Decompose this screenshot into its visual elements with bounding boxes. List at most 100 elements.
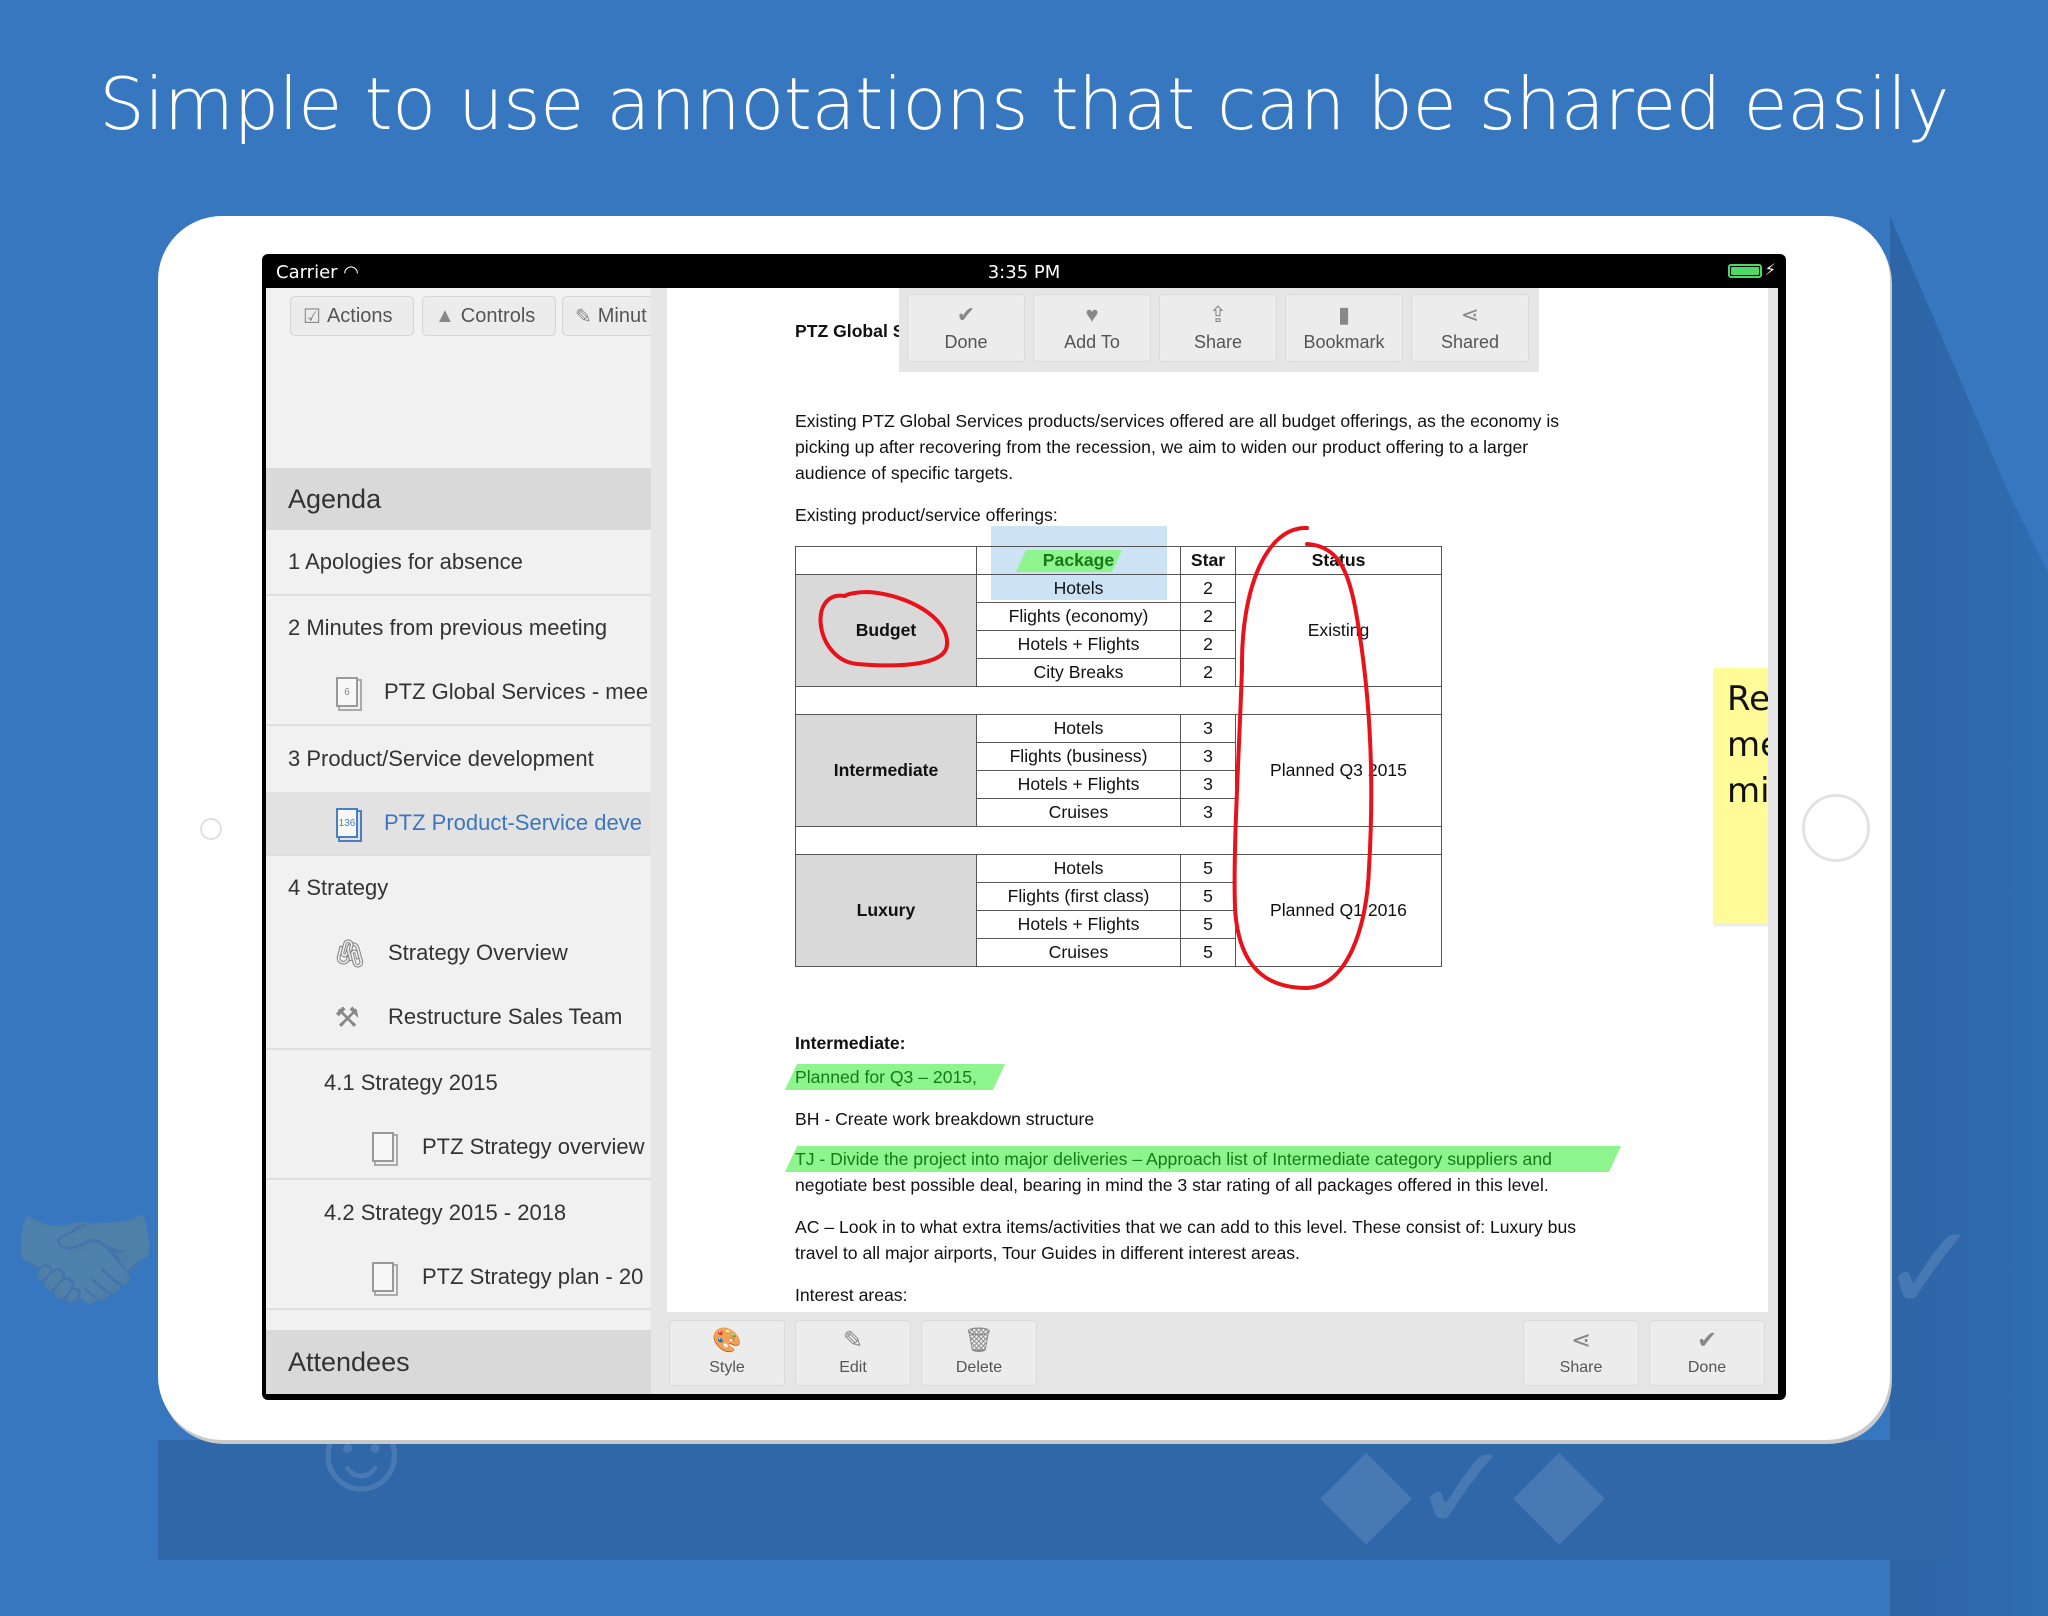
attendees-header: Attendees	[266, 1330, 651, 1394]
status-cell: Existing	[1235, 574, 1442, 687]
share-button[interactable]: ⇪ Share	[1159, 294, 1277, 362]
trash-icon: 🗑	[963, 1327, 995, 1354]
star-cell: 5	[1180, 910, 1236, 939]
table-row: Budget Hotels 2 Existing	[795, 574, 1442, 687]
package-cell: Cruises	[976, 938, 1181, 967]
agenda-action[interactable]: ⚒ Restructure Sales Team	[266, 986, 651, 1050]
table-header: Package	[976, 546, 1181, 575]
action-line: BH - Create work breakdown structure	[795, 1109, 1095, 1129]
segment-controls[interactable]: ▲ Controls	[422, 296, 556, 336]
document-icon	[372, 1132, 394, 1162]
share-button[interactable]: ⋖ Share	[1523, 1320, 1639, 1386]
intro-line: picking up after recovering from the rec…	[795, 437, 1529, 457]
table-spacer-row	[795, 686, 1442, 715]
package-cell: Hotels + Flights	[976, 770, 1181, 799]
clock: 3:35 PM	[987, 262, 1061, 283]
battery-icon	[1728, 264, 1762, 278]
segment-actions[interactable]: ☑ Actions	[290, 296, 414, 336]
package-cell: Hotels + Flights	[976, 910, 1181, 939]
agenda-item[interactable]: 1 Apologies for absence	[266, 530, 651, 596]
document-icon: 136	[336, 808, 358, 838]
star-cell: 5	[1180, 882, 1236, 911]
agenda-item[interactable]: 4.2 Strategy 2015 - 2018	[266, 1180, 651, 1246]
camera	[200, 818, 222, 840]
status-bar: Carrier ◠ 3:35 PM ⚡	[262, 254, 1786, 288]
ipad-screen: Carrier ◠ 3:35 PM ⚡ ☑ Actions ▲ Controls ✎…	[262, 254, 1786, 1400]
sidebar: ☑ Actions ▲ Controls ✎ Minut Agenda 1 Apolo…	[266, 288, 651, 1394]
delete-button[interactable]: 🗑 Delete	[921, 1320, 1037, 1386]
action-line: travel to all major airports, Tour Guide…	[795, 1243, 1300, 1263]
table-header: Star	[1180, 546, 1236, 575]
agenda-document-active[interactable]: 136 PTZ Product-Service deve	[266, 792, 651, 856]
highlighted-line: Planned for Q3 – 2015,	[795, 1067, 977, 1087]
agenda-item[interactable]: 4.1 Strategy 2015	[266, 1050, 651, 1116]
offerings-table: Package Star Status Budget Hotels 2 Exis…	[795, 546, 1442, 967]
table-header: Status	[1235, 546, 1442, 575]
agenda-document[interactable]: 6 PTZ Global Services - mee	[266, 660, 651, 726]
star-cell: 3	[1180, 742, 1236, 771]
star-cell: 5	[1180, 938, 1236, 967]
star-cell: 3	[1180, 714, 1236, 743]
document-icon	[372, 1262, 394, 1292]
table-row: Intermediate Hotels 3 Planned Q3 2015	[795, 714, 1442, 827]
checklist-decoration-icon: ✓	[1880, 1202, 1981, 1336]
intro-line: audience of specific targets.	[795, 463, 1014, 483]
edit-button[interactable]: ✎ Edit	[795, 1320, 911, 1386]
package-cell: Flights (economy)	[976, 602, 1181, 631]
star-cell: 2	[1180, 574, 1236, 603]
package-cell: Hotels	[976, 714, 1181, 743]
star-cell: 2	[1180, 658, 1236, 687]
table-header-row: Package Star Status	[795, 546, 1442, 575]
edit-icon: ✎	[842, 1327, 864, 1354]
agenda-item[interactable]: 4 Strategy	[266, 856, 651, 920]
style-button[interactable]: 🎨 Style	[669, 1320, 785, 1386]
controls-icon: ▲	[435, 304, 455, 327]
charging-icon: ⚡	[1764, 260, 1776, 279]
package-cell: City Breaks	[976, 658, 1181, 687]
category-cell: Budget	[795, 574, 977, 687]
star-cell: 3	[1180, 770, 1236, 799]
background-shadow	[1890, 216, 2048, 1616]
agenda-document[interactable]: PTZ Strategy overview	[266, 1116, 651, 1180]
split-divider[interactable]	[651, 288, 667, 1394]
agenda-document[interactable]: PTZ Strategy plan - 20	[266, 1246, 651, 1310]
package-cell: Hotels	[976, 854, 1181, 883]
package-cell: Flights (first class)	[976, 882, 1181, 911]
star-cell: 5	[1180, 854, 1236, 883]
star-cell: 2	[1180, 630, 1236, 659]
done-button[interactable]: ✔ Done	[907, 294, 1025, 362]
highlighted-line: TJ - Divide the project into major deliv…	[795, 1149, 1552, 1169]
document-title: PTZ Global S	[795, 321, 905, 341]
shared-button[interactable]: ⋖ Shared	[1411, 294, 1529, 362]
add-to-button[interactable]: ♥ Add To	[1033, 294, 1151, 362]
agenda-item[interactable]: 2 Minutes from previous meeting	[266, 596, 651, 660]
app-window: ☑ Actions ▲ Controls ✎ Minut Agenda 1 Apolo…	[266, 288, 1778, 1394]
agenda-header: Agenda	[266, 468, 651, 530]
handshake-icon: ♥	[1085, 301, 1099, 327]
bookmark-button[interactable]: ▮ Bookmark	[1285, 294, 1403, 362]
table-spacer-row	[795, 826, 1442, 855]
package-cell: Flights (business)	[976, 742, 1181, 771]
category-cell: Intermediate	[795, 714, 977, 827]
sticky-note-annotation[interactable]: Review meeting minutes	[1713, 668, 1768, 924]
table-row: Luxury Hotels 5 Planned Q1 2016	[795, 854, 1442, 967]
table-header	[795, 546, 977, 575]
action-line: AC – Look in to what extra items/activit…	[795, 1217, 1577, 1237]
offerings-label: Existing product/service offerings:	[795, 505, 1058, 525]
intro-line: Existing PTZ Global Services products/se…	[795, 411, 1560, 431]
star-cell: 2	[1180, 602, 1236, 631]
sticky-note-text: Review meeting minutes	[1727, 679, 1768, 811]
done-button[interactable]: ✔ Done	[1649, 1320, 1765, 1386]
background-shadow-bottom	[158, 1440, 1958, 1560]
segment-minutes[interactable]: ✎ Minut	[562, 296, 651, 336]
home-button[interactable]	[1802, 794, 1870, 862]
agenda-item[interactable]: 3 Product/Service development	[266, 726, 651, 792]
status-cell: Planned Q3 2015	[1235, 714, 1442, 827]
minutes-icon: ✎	[575, 305, 592, 328]
bottom-toolbar: 🎨 Style ✎ Edit 🗑 Delete ⋖ Share ✔ Done	[667, 1312, 1768, 1394]
paperclip-icon: 🖇	[332, 937, 368, 969]
package-cell: Hotels	[976, 574, 1181, 603]
agenda-attachment[interactable]: 🖇 Strategy Overview	[266, 920, 651, 986]
document-view[interactable]: PTZ Global S ✔ Done ♥ Add To ⇪ Share ▮ Bookm…	[667, 288, 1768, 1312]
headline: Simple to use annotations that can be sh…	[99, 62, 1949, 146]
